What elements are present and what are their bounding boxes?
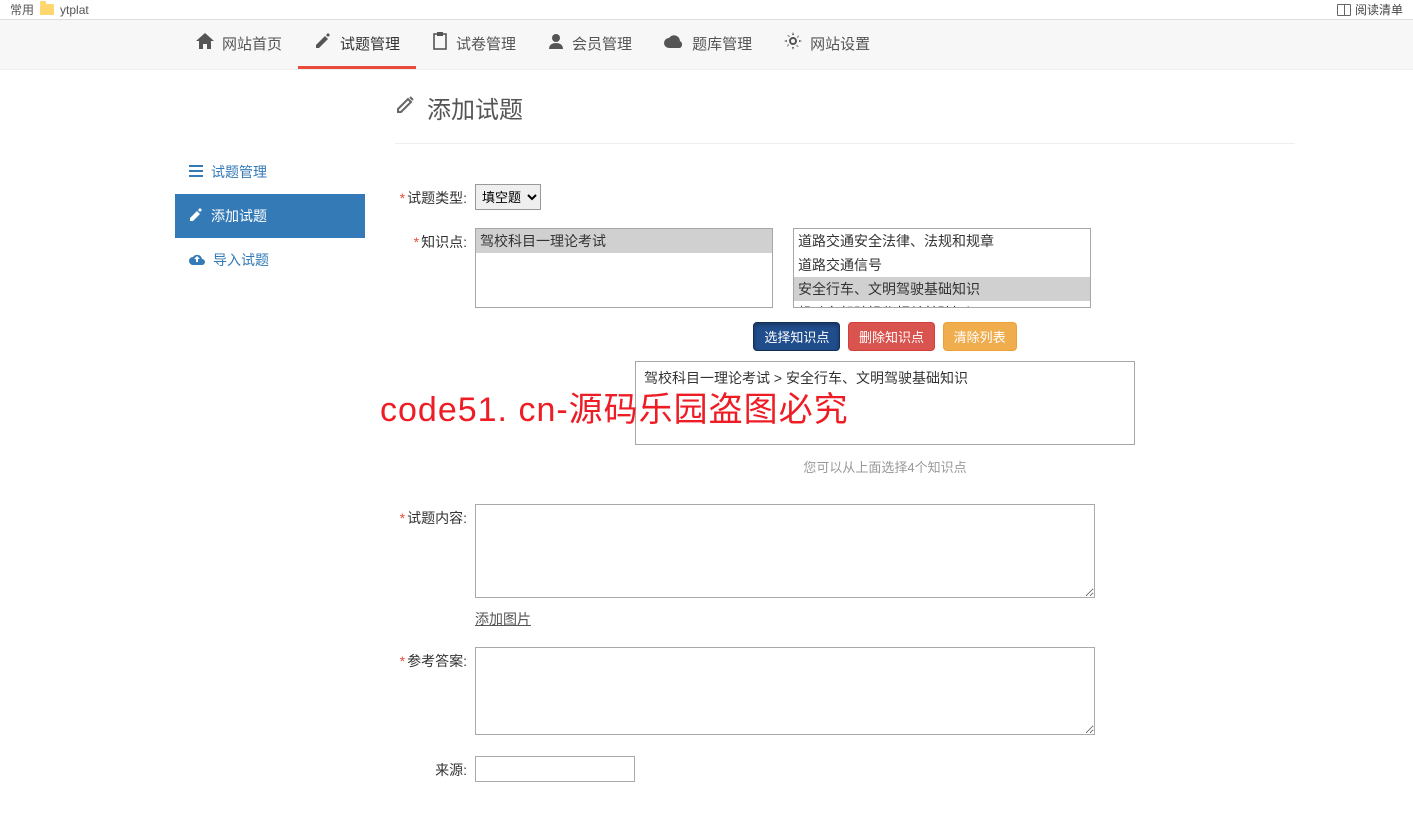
sidebar-item-import[interactable]: 导入试题 [175,238,365,282]
clipboard-icon [432,32,448,55]
folder-icon [40,4,54,15]
nav-label: 会员管理 [572,33,632,54]
reading-list[interactable]: 阅读清单 [1337,1,1403,18]
label-knowledge: *知识点: [395,228,475,252]
nav-label: 试题管理 [340,33,400,54]
reading-list-label: 阅读清单 [1355,1,1403,18]
nav-home[interactable]: 网站首页 [180,20,298,69]
answer-textarea[interactable] [475,647,1095,735]
cog-icon [784,32,802,55]
cloud-icon [664,34,684,53]
topbar-label: 常用 [10,1,34,18]
question-content-textarea[interactable] [475,504,1095,598]
page-title-text: 添加试题 [427,90,523,125]
sidebar-item-add[interactable]: 添加试题 [175,194,365,238]
label-source: 来源: [395,756,475,780]
sidebar-item-label: 试题管理 [211,162,267,182]
select-kp-button[interactable]: 选择知识点 [753,322,840,351]
delete-kp-button[interactable]: 删除知识点 [848,322,935,351]
book-icon [1337,4,1351,16]
content: 添加试题 *试题类型: 填空题 *知识点: 驾校科目一理论考试 道路交通安全法律… [365,90,1325,800]
label-answer: *参考答案: [395,647,475,671]
nav-questions[interactable]: 试题管理 [298,20,416,69]
selected-kp-area[interactable]: 驾校科目一理论考试 > 安全行车、文明驾驶基础知识 [635,361,1135,445]
kp-right-list[interactable]: 道路交通安全法律、法规和规章 道路交通信号 安全行车、文明驾驶基础知识 机动车驾… [793,228,1091,308]
clear-list-button[interactable]: 清除列表 [943,322,1017,351]
home-icon [196,33,214,54]
list-icon [189,164,203,180]
main-nav: 网站首页 试题管理 试卷管理 会员管理 题库管理 网站设置 [0,20,1413,70]
nav-label: 网站首页 [222,33,282,54]
nav-members[interactable]: 会员管理 [532,20,648,69]
add-image-link[interactable]: 添加图片 [475,609,531,629]
list-item[interactable]: 机动车驾驶操作相关基础知识 [794,301,1090,308]
list-item[interactable]: 驾校科目一理论考试 [476,229,772,253]
edit-icon [314,32,332,55]
edit-icon [395,93,417,122]
page-title: 添加试题 [395,90,1295,144]
list-item[interactable]: 道路交通安全法律、法规和规章 [794,229,1090,253]
user-icon [548,33,564,54]
question-type-select[interactable]: 填空题 [475,184,541,210]
selected-kp-path: 驾校科目一理论考试 > 安全行车、文明驾驶基础知识 [644,368,1126,388]
list-item[interactable]: 安全行车、文明驾驶基础知识 [794,277,1090,301]
nav-label: 试卷管理 [456,33,516,54]
list-item[interactable]: 道路交通信号 [794,253,1090,277]
nav-bank[interactable]: 题库管理 [648,20,768,69]
nav-label: 题库管理 [692,33,752,54]
nav-settings[interactable]: 网站设置 [768,20,886,69]
sidebar: 试题管理 添加试题 导入试题 [175,150,365,800]
upload-icon [189,252,205,268]
topbar-folder[interactable]: ytplat [60,3,89,17]
edit-icon [189,208,203,225]
sidebar-item-manage[interactable]: 试题管理 [175,150,365,194]
sidebar-item-label: 添加试题 [211,206,267,226]
nav-exams[interactable]: 试卷管理 [416,20,532,69]
source-input[interactable] [475,756,635,782]
label-type: *试题类型: [395,184,475,208]
nav-label: 网站设置 [810,33,870,54]
kp-left-list[interactable]: 驾校科目一理论考试 [475,228,773,308]
sidebar-item-label: 导入试题 [213,250,269,270]
label-content: *试题内容: [395,504,475,528]
kp-hint: 您可以从上面选择4个知识点 [475,457,1295,476]
browser-topbar: 常用 ytplat 阅读清单 [0,0,1413,20]
